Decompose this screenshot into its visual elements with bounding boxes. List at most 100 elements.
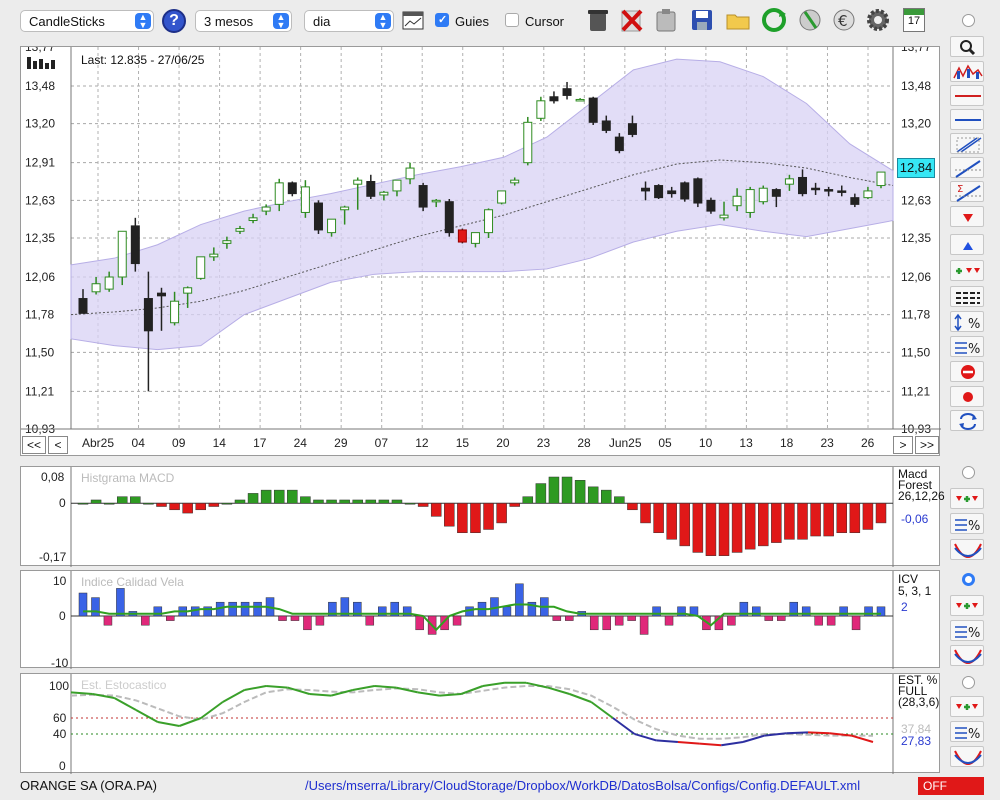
config-path-link[interactable]: /Users/mserra/Library/CloudStorage/Dropb…: [305, 778, 860, 793]
clipboard-icon[interactable]: [652, 6, 680, 34]
x-tick-label: 28: [577, 436, 591, 450]
icv-curves-button[interactable]: [950, 645, 984, 666]
euro-coin-icon[interactable]: €: [830, 6, 858, 34]
stoch-percent-button[interactable]: %: [950, 721, 984, 742]
candle-body: [457, 229, 467, 243]
macd-bar: [378, 499, 390, 504]
trendline-tool-button[interactable]: [950, 157, 984, 178]
record-button[interactable]: [950, 386, 984, 407]
guides-checkbox[interactable]: [435, 13, 449, 27]
svg-text:Σ: Σ: [957, 184, 963, 195]
trash-icon[interactable]: [584, 6, 612, 34]
bars-chart-icon[interactable]: [27, 55, 59, 69]
percent-range-button[interactable]: %: [950, 311, 984, 332]
macd-value: -0,06: [901, 512, 929, 526]
grid-lines-button[interactable]: [950, 286, 984, 307]
macd-bar: [247, 493, 259, 504]
percent-range-icon: %: [954, 313, 980, 332]
help-icon[interactable]: ?: [162, 9, 186, 33]
y-tick-label-left: 13,48: [25, 79, 55, 93]
chart-type-select[interactable]: CandleSticks ▲ ▼: [20, 10, 154, 32]
stoch-k-segment: [113, 697, 137, 711]
interval-select[interactable]: dia ▲ ▼: [304, 10, 394, 32]
panel-radio-stoch[interactable]: [962, 676, 975, 689]
nav-prev-button[interactable]: <: [48, 436, 68, 454]
nav-first-button[interactable]: <<: [22, 436, 46, 454]
panel-radio-macd[interactable]: [962, 466, 975, 479]
candlestick-chart[interactable]: 13,7713,7713,4813,4813,2013,2012,9112,91…: [21, 47, 941, 457]
icv-bar: [602, 615, 611, 631]
macd-bar: [339, 499, 350, 504]
save-icon[interactable]: [688, 6, 716, 34]
candle-body: [130, 225, 140, 265]
macd-bar: [417, 502, 429, 507]
gear-icon[interactable]: [864, 6, 892, 34]
chevron-updown-icon: ▲ ▼: [135, 13, 151, 30]
stoch-k-segment: [569, 693, 592, 703]
stoch-k-segment: [70, 691, 93, 695]
red-line-tool-button[interactable]: [950, 85, 984, 106]
swap-button[interactable]: [950, 410, 984, 431]
x-tick-label: 10: [699, 436, 713, 450]
x-tick-label: 24: [294, 436, 308, 450]
macd-bar: [653, 502, 664, 534]
cross-curves-icon: [954, 750, 982, 765]
period-select[interactable]: 3 mesos ▲ ▼: [195, 10, 292, 32]
macd-signals-button[interactable]: [950, 488, 984, 509]
toolbar: CandleSticks ▲▼ ? 3 mesos ▲▼ dia ▲▼ Guie…: [0, 0, 1000, 42]
icv-panel: 10 0 -10 Indice Calidad Vela ICV 5, 3, 1 2: [20, 570, 940, 669]
percent-lines-icon: %: [955, 342, 980, 357]
macd-bar: [731, 502, 743, 553]
chart-window-icon[interactable]: [402, 10, 424, 32]
macd-bar: [535, 483, 547, 504]
fibonacci-tool-button[interactable]: Σ: [950, 181, 984, 202]
stoch-curves-button[interactable]: [950, 746, 984, 767]
macd-bar: [718, 502, 730, 556]
buy-arrow-button[interactable]: [950, 234, 984, 255]
icv-bar: [727, 615, 736, 626]
candle-body: [470, 232, 480, 244]
nav-next-button[interactable]: >: [893, 436, 913, 454]
refresh-icon[interactable]: [760, 6, 788, 34]
macd-bar: [666, 502, 677, 540]
icv-percent-button[interactable]: %: [950, 620, 984, 641]
macd-bar: [103, 502, 115, 505]
y-tick-label-left: 13,20: [25, 117, 55, 131]
stoch-k-segment: [157, 721, 180, 727]
icv-bar: [103, 615, 113, 626]
off-indicator[interactable]: OFF: [918, 777, 984, 795]
panel-radio-main[interactable]: [962, 14, 975, 27]
calendar-icon[interactable]: 17: [903, 8, 925, 32]
signals-icon: [956, 496, 978, 502]
open-folder-icon[interactable]: [724, 6, 752, 34]
candle-body: [719, 214, 729, 219]
panel-radio-icv[interactable]: [962, 573, 975, 586]
percent-lines-button[interactable]: %: [950, 336, 984, 357]
y-tick-label: 0: [59, 609, 66, 623]
signals-button[interactable]: [950, 260, 984, 281]
arrow-up-blue-icon: [963, 242, 973, 250]
delete-icon[interactable]: [618, 6, 646, 34]
candle-body: [209, 253, 219, 258]
macd-percent-button[interactable]: %: [950, 513, 984, 534]
cursor-label: Cursor: [525, 14, 565, 29]
macd-bar: [679, 502, 691, 547]
cursor-checkbox[interactable]: [505, 13, 519, 27]
chart-overlay-button[interactable]: [950, 61, 984, 82]
blue-line-tool-button[interactable]: [950, 109, 984, 130]
candle-body: [104, 276, 114, 290]
dollar-coin-icon[interactable]: [796, 6, 824, 34]
cancel-button[interactable]: [950, 361, 984, 382]
stoch-k-segment: [179, 717, 202, 727]
icv-signals-button[interactable]: [950, 595, 984, 616]
sell-arrow-button[interactable]: [950, 206, 984, 227]
stoch-signals-button[interactable]: [950, 696, 984, 717]
zoom-tool-button[interactable]: [950, 36, 984, 57]
macd-curves-button[interactable]: [950, 539, 984, 560]
macd-bar: [862, 502, 874, 530]
chevron-updown-icon: ▲ ▼: [273, 13, 289, 30]
macd-bar: [352, 499, 363, 504]
channel-tool-button[interactable]: [950, 133, 984, 154]
nav-last-button[interactable]: >>: [915, 436, 939, 454]
x-tick-label: 26: [861, 436, 875, 450]
